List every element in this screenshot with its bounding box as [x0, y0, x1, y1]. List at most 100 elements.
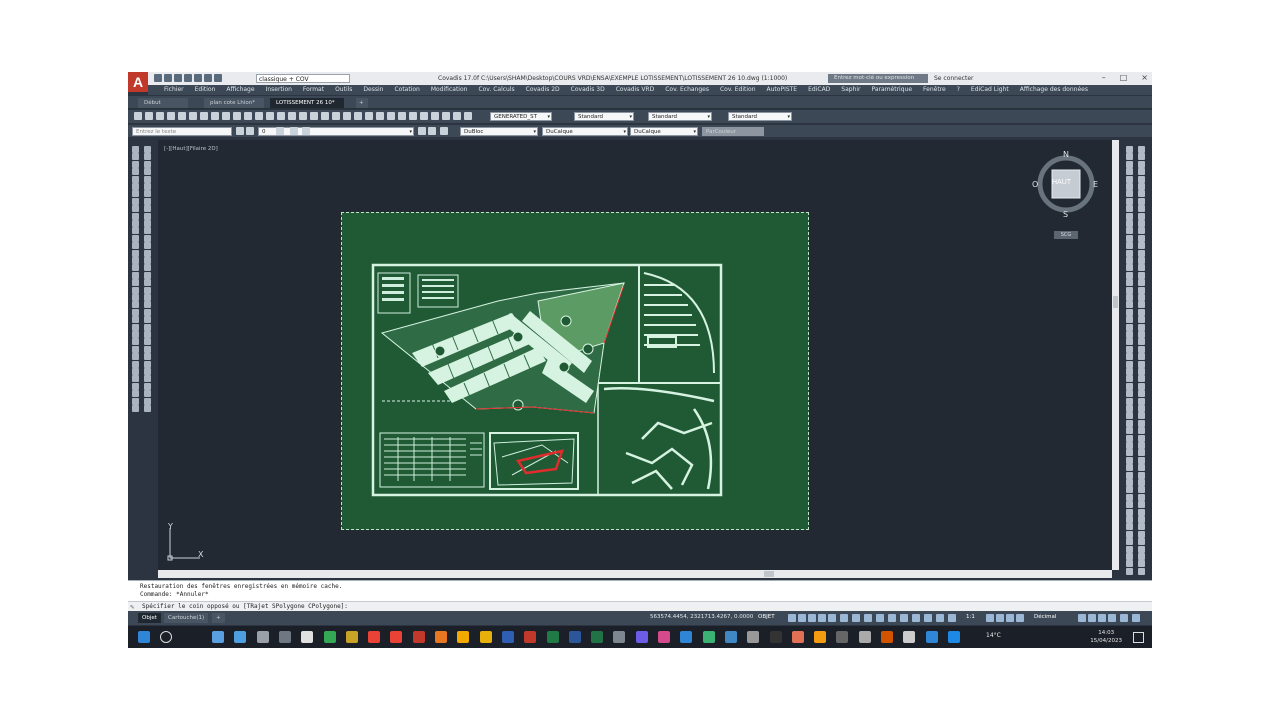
modify-tool-icon[interactable]	[1126, 168, 1133, 176]
draw-tool-icon[interactable]	[144, 183, 151, 190]
draw-tool-icon[interactable]	[132, 323, 139, 331]
menu-item[interactable]: Cov. Edition	[720, 85, 756, 95]
draw-tool-icon[interactable]	[144, 146, 151, 153]
layer-tool-icon[interactable]	[276, 127, 284, 135]
start-icon[interactable]	[138, 631, 150, 643]
draw-tool-icon[interactable]	[144, 345, 151, 353]
taskbar-app-icon[interactable]	[814, 631, 827, 643]
modify-tool-icon[interactable]	[1126, 508, 1133, 516]
modify-tool-icon[interactable]	[1126, 545, 1133, 553]
modify-tool-icon[interactable]	[1126, 382, 1133, 390]
toolbar-icon[interactable]	[332, 112, 340, 120]
draw-tool-icon[interactable]	[144, 264, 151, 272]
toolbar-icon[interactable]	[442, 112, 450, 120]
menu-item[interactable]: Edition	[195, 85, 216, 95]
modify-tool-icon[interactable]	[1126, 427, 1133, 435]
mleader-style-select[interactable]: Standard ▾	[728, 112, 792, 121]
status-toggle-icon[interactable]	[986, 614, 994, 622]
color-select[interactable]: DuBloc ▾	[460, 127, 538, 136]
modify-tool-icon[interactable]	[1138, 560, 1145, 568]
menu-item[interactable]: Fichier	[164, 85, 184, 95]
menu-item[interactable]: Covadis 3D	[571, 85, 605, 95]
toolbar-icon[interactable]	[200, 112, 208, 120]
modify-tool-icon[interactable]	[1126, 301, 1133, 309]
table-style-select[interactable]: Standard ▾	[648, 112, 712, 121]
draw-tool-icon[interactable]	[144, 397, 151, 405]
draw-tool-icon[interactable]	[132, 146, 139, 153]
draw-tool-icon[interactable]	[144, 220, 151, 227]
draw-tool-icon[interactable]	[144, 323, 151, 331]
status-toggle-icon[interactable]	[798, 614, 806, 622]
modify-tool-icon[interactable]	[1138, 323, 1145, 331]
taskbar-app-icon[interactable]	[212, 631, 224, 643]
modify-tool-icon[interactable]	[1138, 227, 1145, 235]
modify-tool-icon[interactable]	[1138, 286, 1145, 294]
modify-tool-icon[interactable]	[1126, 183, 1133, 190]
taskbar-app-icon[interactable]	[836, 631, 849, 643]
draw-tool-icon[interactable]	[132, 382, 139, 390]
modify-tool-icon[interactable]	[1126, 560, 1133, 568]
draw-tool-icon[interactable]	[144, 242, 151, 250]
viewcube[interactable]	[1034, 152, 1098, 242]
viewport-controls[interactable]: [-][Haut][Filaire 2D]	[164, 146, 218, 152]
draw-tool-icon[interactable]	[144, 316, 151, 324]
draw-tool-icon[interactable]	[144, 227, 151, 235]
taskbar-app-icon[interactable]	[368, 631, 381, 643]
status-toggle-icon[interactable]	[876, 614, 884, 622]
wrench-icon[interactable]: ✎	[130, 603, 134, 611]
layer-tool-icon[interactable]	[440, 127, 448, 135]
modify-tool-icon[interactable]	[1126, 486, 1133, 494]
toolbar-icon[interactable]	[222, 112, 230, 120]
modify-tool-icon[interactable]	[1138, 242, 1145, 250]
modify-tool-icon[interactable]	[1126, 242, 1133, 250]
taskbar-app-icon[interactable]	[234, 631, 247, 643]
draw-tool-icon[interactable]	[144, 271, 151, 279]
system-clock[interactable]: 14:03 15/04/2023	[1090, 629, 1122, 645]
modify-tool-icon[interactable]	[1138, 442, 1145, 449]
draw-tool-icon[interactable]	[144, 249, 151, 257]
compass-south[interactable]: S	[1063, 210, 1068, 219]
modify-tool-icon[interactable]	[1126, 434, 1133, 442]
modify-tool-icon[interactable]	[1126, 146, 1133, 153]
modify-tool-icon[interactable]	[1126, 227, 1133, 235]
status-toggle-icon[interactable]	[1078, 614, 1086, 622]
draw-tool-icon[interactable]	[132, 316, 139, 324]
modify-tool-icon[interactable]	[1138, 160, 1145, 168]
modify-tool-icon[interactable]	[1126, 501, 1133, 509]
toolbar-icon[interactable]	[299, 112, 307, 120]
modify-tool-icon[interactable]	[1126, 360, 1133, 368]
menu-item[interactable]: Fenêtre	[923, 85, 946, 95]
modify-tool-icon[interactable]	[1138, 523, 1145, 531]
draw-tool-icon[interactable]	[144, 360, 151, 368]
toolbar-icon[interactable]	[343, 112, 351, 120]
toolbar-icon[interactable]	[255, 112, 263, 120]
draw-tool-icon[interactable]	[144, 205, 151, 213]
draw-tool-icon[interactable]	[132, 249, 139, 257]
modify-tool-icon[interactable]	[1138, 538, 1145, 546]
modify-tool-icon[interactable]	[1138, 183, 1145, 190]
modify-tool-icon[interactable]	[1126, 493, 1133, 501]
toolbar-icon[interactable]	[321, 112, 329, 120]
draw-tool-icon[interactable]	[144, 286, 151, 294]
draw-tool-icon[interactable]	[132, 227, 139, 235]
modify-tool-icon[interactable]	[1126, 375, 1133, 383]
menu-item[interactable]: Affichage des données	[1020, 85, 1088, 95]
menu-item[interactable]: EdiCAD	[808, 85, 830, 95]
compass-west[interactable]: O	[1032, 180, 1038, 189]
toolbar-icon[interactable]	[420, 112, 428, 120]
menu-item[interactable]: EdiCad Light	[971, 85, 1009, 95]
modify-tool-icon[interactable]	[1138, 220, 1145, 227]
draw-tool-icon[interactable]	[132, 301, 139, 309]
layer-tool-icon[interactable]	[246, 127, 254, 135]
toolbar-icon[interactable]	[431, 112, 439, 120]
draw-tool-icon[interactable]	[144, 368, 151, 375]
modify-tool-icon[interactable]	[1138, 405, 1145, 412]
modify-tool-icon[interactable]	[1126, 412, 1133, 420]
toolbar-icon[interactable]	[277, 112, 285, 120]
taskbar-app-icon[interactable]	[791, 631, 804, 643]
toolbar-icon[interactable]	[244, 112, 252, 120]
dim-style-select[interactable]: Standard ▾	[574, 112, 634, 121]
draw-tool-icon[interactable]	[144, 331, 151, 338]
draw-tool-icon[interactable]	[144, 338, 151, 346]
modify-tool-icon[interactable]	[1138, 168, 1145, 176]
